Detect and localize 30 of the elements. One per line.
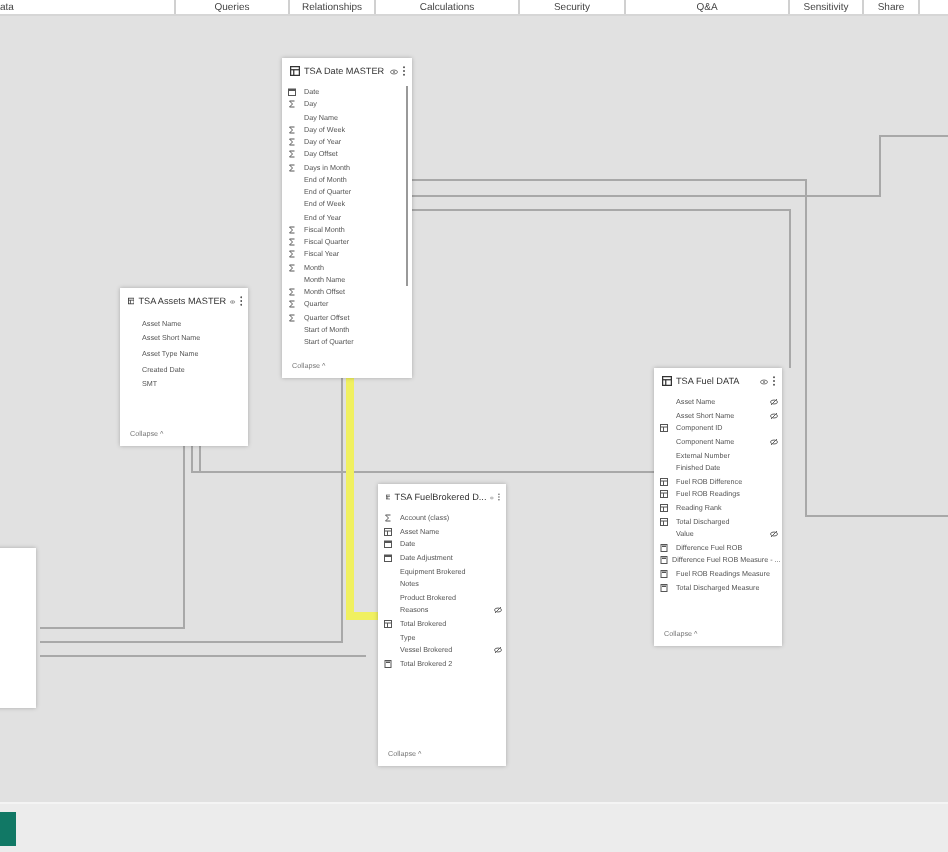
- hidden-eye-icon: [494, 646, 502, 655]
- table-card[interactable]: [654, 368, 782, 646]
- relationship-line[interactable]: [411, 179, 948, 517]
- calculator-icon: [660, 556, 668, 565]
- eye-icon: [230, 297, 236, 305]
- eye-icon: [490, 493, 495, 501]
- calendar-icon: [288, 88, 296, 97]
- eye-icon: [390, 67, 398, 75]
- hidden-eye-icon: [770, 398, 778, 407]
- hidden-eye-icon: [770, 530, 778, 539]
- calculator-icon: [384, 659, 392, 668]
- relationship-line[interactable]: [191, 445, 655, 473]
- table-card[interactable]: [282, 58, 412, 378]
- relationship-line[interactable]: [39, 377, 343, 643]
- sum-icon: [288, 100, 296, 109]
- hidden-eye-icon: [770, 411, 778, 420]
- sum-icon: [384, 514, 392, 523]
- calendar-icon: [384, 554, 392, 563]
- relationship-line[interactable]: [39, 445, 367, 657]
- hidden-eye-icon: [494, 606, 502, 615]
- scrollbar[interactable]: [406, 86, 408, 286]
- hidden-eye-icon: [770, 438, 778, 447]
- eye-icon: [760, 377, 768, 385]
- calculator-icon: [660, 570, 668, 579]
- relationship-line[interactable]: [39, 445, 185, 629]
- calendar-icon: [384, 540, 392, 549]
- add-page-tab[interactable]: [0, 811, 16, 845]
- relationship-line[interactable]: [411, 135, 948, 197]
- calculator-icon: [660, 543, 668, 552]
- calculator-icon: [660, 583, 668, 592]
